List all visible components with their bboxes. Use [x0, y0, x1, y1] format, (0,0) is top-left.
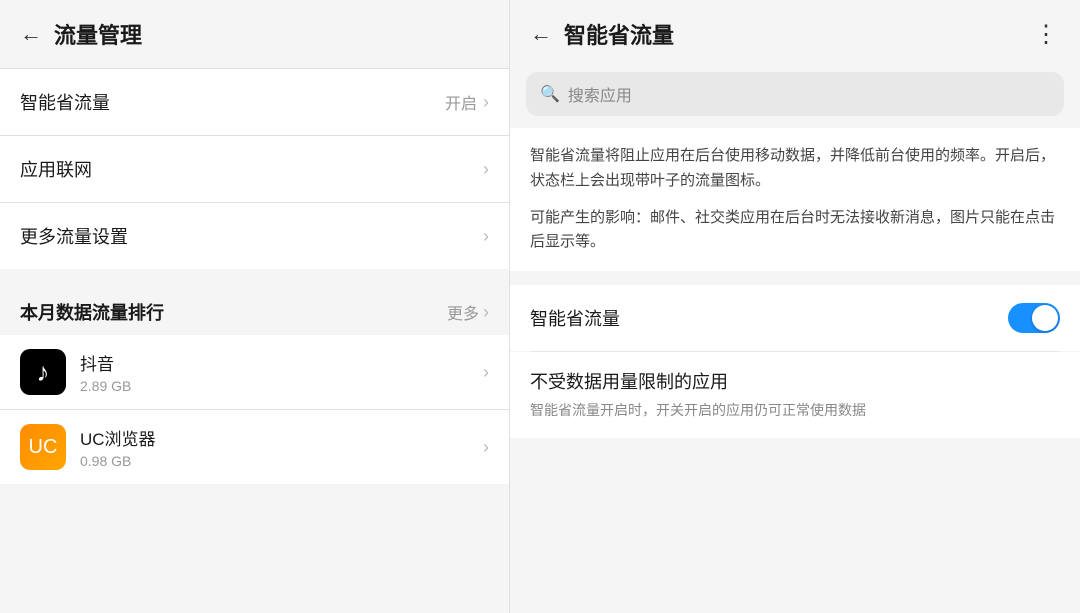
toggle-switch-smart-save[interactable] — [1008, 303, 1060, 333]
app-size-uc: 0.98 GB — [80, 453, 469, 469]
menu-item-label-smart-save: 智能省流量 — [20, 89, 110, 115]
section-title-data-rank: 本月数据流量排行 — [20, 299, 164, 325]
search-bar[interactable]: 🔍 搜索应用 — [526, 72, 1064, 116]
chevron-icon-smart-save: › — [483, 92, 489, 113]
app-item-douyin[interactable]: ♪ 抖音 2.89 GB › — [0, 335, 509, 409]
left-panel: ← 流量管理 智能省流量 开启 › 应用联网 › 更多流量设置 › 本月数据流量… — [0, 0, 510, 613]
menu-item-label-app-network: 应用联网 — [20, 156, 92, 182]
right-section-gap-1 — [510, 271, 1080, 285]
right-panel: ← 智能省流量 ⋮ 🔍 搜索应用 智能省流量将阻止应用在后台使用移动数据，并降低… — [510, 0, 1080, 613]
menu-item-label-more-settings: 更多流量设置 — [20, 223, 128, 249]
section-more-button[interactable]: 更多 › — [447, 300, 489, 324]
section-more-label: 更多 — [447, 300, 479, 324]
unrestricted-desc: 智能省流量开启时，开关开启的应用仍可正常使用数据 — [530, 400, 1060, 422]
description-text-2: 可能产生的影响：邮件、社交类应用在后台时无法接收新消息，图片只能在点击后显示等。 — [530, 206, 1060, 256]
app-icon-uc: UC — [20, 424, 66, 470]
douyin-icon-symbol: ♪ — [37, 357, 50, 388]
toggle-knob — [1032, 305, 1058, 331]
unrestricted-title: 不受数据用量限制的应用 — [530, 368, 1060, 394]
menu-item-right-app-network: › — [483, 159, 489, 180]
menu-item-smart-save[interactable]: 智能省流量 开启 › — [0, 69, 509, 135]
menu-item-more-settings[interactable]: 更多流量设置 › — [0, 203, 509, 269]
app-item-uc[interactable]: UC UC浏览器 0.98 GB › — [0, 410, 509, 484]
left-header: ← 流量管理 — [0, 0, 509, 68]
menu-item-right-smart-save: 开启 › — [445, 90, 489, 114]
description-text-1: 智能省流量将阻止应用在后台使用移动数据，并降低前台使用的频率。开启后，状态栏上会… — [530, 144, 1060, 194]
description-block: 智能省流量将阻止应用在后台使用移动数据，并降低前台使用的频率。开启后，状态栏上会… — [510, 128, 1080, 271]
app-name-douyin: 抖音 — [80, 350, 469, 375]
app-info-douyin: 抖音 2.89 GB — [80, 350, 469, 394]
menu-item-value-smart-save: 开启 — [445, 90, 477, 114]
right-header: ← 智能省流量 ⋮ — [510, 0, 1080, 68]
right-page-title: 智能省流量 — [564, 18, 1022, 50]
right-back-button[interactable]: ← — [530, 21, 552, 47]
chevron-icon-douyin: › — [483, 362, 489, 383]
app-size-douyin: 2.89 GB — [80, 378, 469, 394]
app-icon-douyin: ♪ — [20, 349, 66, 395]
menu-item-app-network[interactable]: 应用联网 › — [0, 136, 509, 202]
search-icon: 🔍 — [540, 84, 560, 104]
app-name-uc: UC浏览器 — [80, 425, 469, 450]
uc-icon-symbol: UC — [29, 436, 58, 459]
right-more-icon[interactable]: ⋮ — [1034, 20, 1060, 49]
toggle-row-smart-save: 智能省流量 — [510, 285, 1080, 351]
app-info-uc: UC浏览器 0.98 GB — [80, 425, 469, 469]
chevron-icon-app-network: › — [483, 159, 489, 180]
left-back-button[interactable]: ← — [20, 21, 42, 47]
unrestricted-block[interactable]: 不受数据用量限制的应用 智能省流量开启时，开关开启的应用仍可正常使用数据 — [510, 352, 1080, 438]
left-page-title: 流量管理 — [54, 18, 142, 50]
data-rank-section-header: 本月数据流量排行 更多 › — [0, 283, 509, 335]
search-placeholder: 搜索应用 — [568, 82, 632, 106]
toggle-label-smart-save: 智能省流量 — [530, 305, 620, 331]
chevron-icon-more-settings: › — [483, 226, 489, 247]
chevron-icon-uc: › — [483, 437, 489, 458]
section-more-chevron: › — [483, 302, 489, 323]
section-gap-1 — [0, 269, 509, 283]
menu-item-right-more-settings: › — [483, 226, 489, 247]
